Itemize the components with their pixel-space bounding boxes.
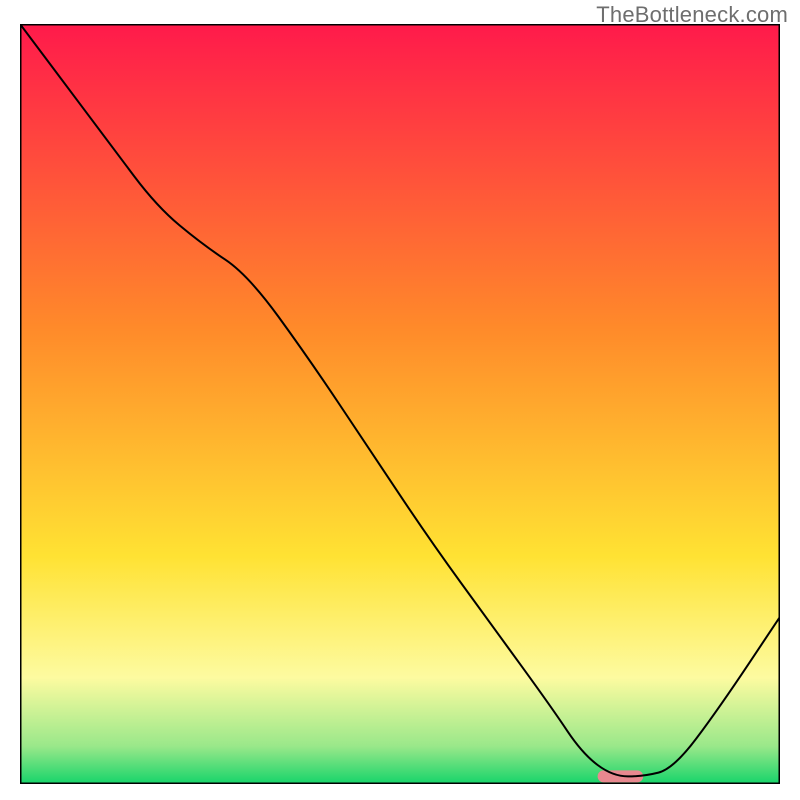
chart-container: TheBottleneck.com <box>0 0 800 800</box>
gradient-background <box>20 24 780 784</box>
plot-area <box>20 24 780 784</box>
chart-svg <box>20 24 780 784</box>
watermark-text: TheBottleneck.com <box>596 2 788 28</box>
